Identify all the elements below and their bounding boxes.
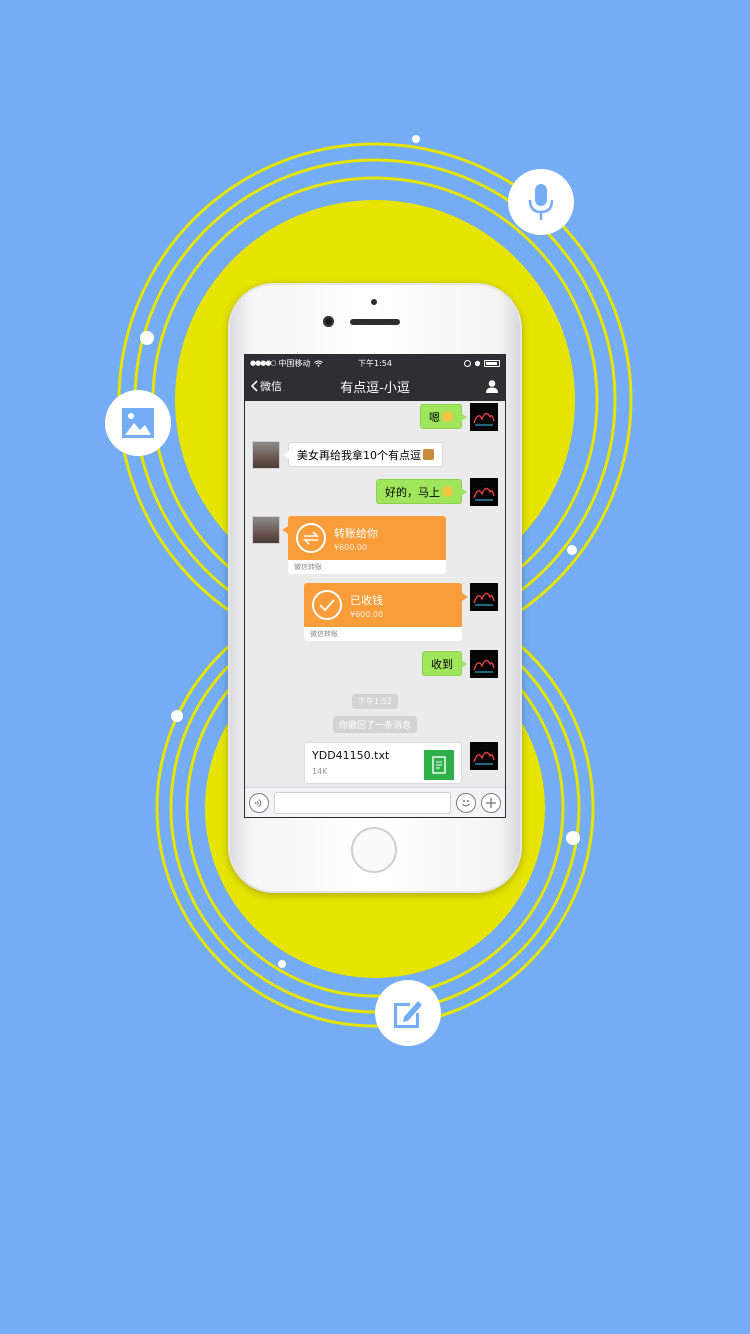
edit-button[interactable]: [375, 980, 441, 1046]
message-text: 收到: [431, 657, 453, 671]
message-bubble-sent[interactable]: 收到: [422, 651, 467, 676]
file-size: 14K: [312, 767, 328, 776]
timestamp: 下午1:52: [245, 694, 505, 709]
more-button[interactable]: [481, 792, 501, 813]
microphone-button[interactable]: [508, 169, 574, 235]
back-label: 微信: [260, 380, 282, 393]
message-list: 嗯 美女再给我拿10个有点逗 好的，马上 转账给你 ¥600.00 微信转账 已…: [245, 401, 505, 785]
my-avatar[interactable]: [470, 403, 498, 431]
contact-avatar[interactable]: [252, 441, 280, 469]
input-bar: [245, 787, 505, 817]
microphone-icon: [528, 184, 554, 220]
phone-screen: ●●●●○ 中国移动 下午1:54 微信 有点逗-小逗 嗯 美女再给我拿10个有…: [244, 354, 506, 818]
logo-icon: [473, 751, 495, 765]
logo-icon: [473, 412, 495, 426]
transfer-card-accepted[interactable]: 已收钱 ¥600.00 微信转账: [304, 583, 468, 641]
transfer-amount: ¥600.00: [334, 542, 368, 552]
front-camera: [323, 316, 334, 327]
transfer-title: 转账给你: [334, 526, 378, 540]
document-icon: [424, 750, 454, 780]
edit-icon: [394, 1001, 422, 1028]
logo-icon: [473, 487, 495, 501]
battery-icon: [484, 359, 500, 367]
message-bubble-sent[interactable]: 嗯: [420, 404, 467, 429]
message-bubble-received[interactable]: 美女再给我拿10个有点逗: [283, 442, 443, 467]
chat-navbar: 微信 有点逗-小逗: [245, 371, 505, 401]
recall-notice: 你撤回了一条消息: [245, 716, 505, 733]
voice-icon: [254, 798, 262, 807]
phone-sensor: [371, 299, 377, 305]
contact-avatar[interactable]: [252, 516, 280, 544]
logo-icon: [473, 659, 495, 673]
file-name: YDD41150.txt: [312, 749, 390, 762]
emoji-button[interactable]: [456, 792, 476, 813]
message-text: 好的，马上: [385, 485, 440, 499]
message-bubble-sent[interactable]: 好的，马上: [376, 479, 467, 504]
status-time: 下午1:54: [358, 358, 392, 368]
transfer-amount: ¥600.00: [350, 609, 384, 619]
recall-label: 你撤回了一条消息: [332, 716, 417, 733]
chevron-left-icon: [251, 380, 258, 392]
logo-icon: [473, 592, 495, 606]
voice-toggle-button[interactable]: [249, 792, 269, 813]
chat-title: 有点逗-小逗: [340, 380, 410, 396]
back-button[interactable]: 微信: [251, 378, 282, 394]
transfer-icon: [296, 523, 326, 553]
message-text: 美女再给我拿10个有点逗: [297, 448, 421, 462]
transfer-card-received[interactable]: 转账给你 ¥600.00 微信转账: [282, 516, 446, 574]
timestamp-label: 下午1:52: [352, 694, 398, 709]
image-button[interactable]: [105, 390, 171, 456]
file-message[interactable]: YDD41150.txt 14K: [304, 742, 462, 784]
my-avatar[interactable]: [470, 650, 498, 678]
home-button[interactable]: [351, 827, 397, 873]
grin-emoji-icon: [442, 486, 453, 497]
image-icon: [122, 408, 154, 438]
my-avatar[interactable]: [470, 478, 498, 506]
status-bar: ●●●●○ 中国移动 下午1:54: [245, 355, 505, 371]
profile-icon[interactable]: [485, 379, 499, 393]
my-avatar[interactable]: [470, 742, 498, 770]
phone-speaker: [350, 319, 400, 325]
transfer-footer: 微信转账: [310, 630, 338, 638]
plus-icon: [486, 797, 496, 808]
message-text: 嗯: [429, 410, 440, 424]
transfer-title: 已收钱: [350, 593, 383, 607]
transfer-footer: 微信转账: [294, 563, 322, 571]
dog-emoji-icon: [423, 449, 434, 460]
message-input[interactable]: [274, 791, 451, 814]
emoji-icon: [462, 799, 470, 806]
smile-emoji-icon: [442, 411, 453, 422]
my-avatar[interactable]: [470, 583, 498, 611]
check-icon: [312, 590, 342, 620]
